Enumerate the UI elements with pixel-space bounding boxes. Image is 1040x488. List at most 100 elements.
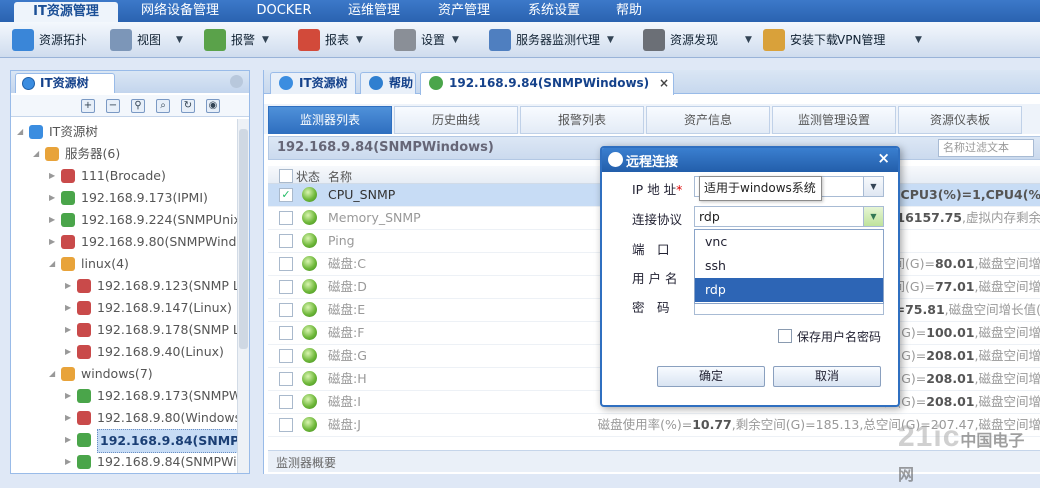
chevron-down-icon[interactable]: ▼ [745,28,752,52]
collapse-arrow-icon[interactable]: ▶ [65,429,75,451]
collapse-arrow-icon[interactable]: ▶ [65,341,75,363]
protocol-option[interactable]: rdp [695,278,883,302]
collapse-arrow-icon[interactable]: ▶ [65,451,75,473]
remote-connect-icon [608,152,623,167]
save-credentials-checkbox[interactable] [778,329,792,343]
tree-panel-tab[interactable]: IT资源树 [15,73,115,93]
nav-item[interactable]: 资产管理 [431,0,497,22]
chevron-down-icon[interactable]: ▼ [863,207,883,226]
protocol-option[interactable]: ssh [695,254,883,278]
collapse-arrow-icon[interactable]: ▶ [65,297,75,319]
chevron-down-icon[interactable]: ▼ [607,28,614,52]
collapse-arrow-icon[interactable]: ▶ [49,209,59,231]
chevron-down-icon[interactable]: ▼ [262,28,269,52]
close-icon[interactable]: × [659,73,669,93]
monitor-subtab[interactable]: 监测器列表 [268,106,392,134]
tree-node-label: linux(4) [81,256,129,271]
row-checkbox[interactable] [279,257,293,271]
top-nav-bar: IT资源管理 网络设备管理 DOCKER 运维管理 资产管理 系统设置 帮助 [0,0,1040,22]
expand-arrow-icon[interactable]: ◢ [49,253,59,275]
tree-scrollbar-thumb[interactable] [239,129,248,349]
chevron-down-icon[interactable]: ▼ [356,28,363,52]
expand-arrow-icon[interactable]: ◢ [49,363,59,385]
dialog-header[interactable]: 远程连接 × [602,148,898,172]
tree-node-label: 192.168.9.84(SNMPWi [97,429,237,453]
collapse-arrow-icon[interactable]: ▶ [65,275,75,297]
search-icon[interactable]: ⌕ [156,99,170,113]
status-ok-icon [302,233,317,248]
monitor-name: 磁盘:F [328,325,365,340]
row-checkbox[interactable] [279,372,293,386]
toolbar-item-label: 报警 [231,33,256,47]
collapse-arrow-icon[interactable]: ▶ [49,231,59,253]
collapse-arrow-icon[interactable]: ▶ [49,165,59,187]
protocol-select[interactable]: rdp ▼ [694,206,884,227]
row-checkbox[interactable] [279,349,293,363]
refresh-icon[interactable]: ↻ [181,99,195,113]
tree-node-label: windows(7) [81,366,153,381]
column-name[interactable]: 名称 [328,168,352,185]
tree-panel-header: IT资源树 [11,71,249,93]
expand-arrow-icon[interactable]: ◢ [33,143,43,165]
tree-tab-icon [279,76,293,90]
column-status[interactable]: 状态 [296,168,320,185]
panel-tab[interactable]: IT资源树 [270,72,356,94]
row-checkbox[interactable] [279,395,293,409]
row-checkbox[interactable] [279,418,293,432]
row-checkbox[interactable] [279,326,293,340]
nav-item[interactable]: IT资源管理 [14,2,118,22]
server-icon [77,279,91,293]
locate-icon[interactable]: ⚲ [131,99,145,113]
expand-all-icon[interactable]: + [81,99,95,113]
panel-tab[interactable]: 192.168.9.84(SNMPWindows) × [420,72,674,95]
collapse-arrow-icon[interactable]: ▶ [65,319,75,341]
select-all-checkbox[interactable] [279,169,293,183]
monitor-subtab[interactable]: 报警列表 [520,106,644,134]
value-suffix: ,磁盘空间增 [974,371,1040,386]
close-icon[interactable]: × [877,149,890,167]
chevron-down-icon[interactable]: ▼ [452,28,459,52]
row-checkbox[interactable] [279,303,293,317]
tree-scrollbar[interactable] [237,119,249,473]
nav-item[interactable]: 运维管理 [341,0,407,22]
value-number: 208.01 [926,348,975,363]
resource-tree-panel: IT资源树 + − ⚲ ⌕ ↻ ◉ ◢ IT资源树 ◢ 服务器(6) ▶ 111(Broc… [10,70,250,474]
toolbar-item-label: 报表 [325,33,350,47]
row-checkbox[interactable] [279,280,293,294]
name-filter-input[interactable]: 名称过滤文本 [938,139,1034,157]
protocol-value: rdp [699,209,720,224]
monitor-subtab[interactable]: 资源仪表板 [898,106,1022,134]
ok-button[interactable]: 确定 [657,366,765,387]
collapse-arrow-icon[interactable]: ▶ [49,187,59,209]
nav-item[interactable]: DOCKER [252,0,316,22]
tree-node-label: 192.168.9.80(Windows [97,410,237,425]
nav-item[interactable]: 帮助 [609,0,649,22]
panel-settings-icon[interactable] [230,75,243,88]
monitor-summary-label: 监测器概要 [276,456,337,470]
collapse-arrow-icon[interactable]: ▶ [65,385,75,407]
monitor-value: 间(G)=208.01,磁盘空间增 [884,391,1040,413]
monitor-subtab[interactable]: 监测管理设置 [772,106,896,134]
status-ok-icon [302,187,317,202]
row-checkbox[interactable]: ✓ [279,188,293,202]
nav-item[interactable]: 网络设备管理 [136,0,224,22]
monitor-subtab[interactable]: 历史曲线 [394,106,518,134]
monitor-subtab[interactable]: 资产信息 [646,106,770,134]
collapse-all-icon[interactable]: − [106,99,120,113]
chevron-down-icon[interactable]: ▼ [863,177,883,196]
monitor-name: 磁盘:C [328,256,366,271]
tree-toolbar: + − ⚲ ⌕ ↻ ◉ [11,95,249,117]
folder-icon [61,367,75,381]
collapse-arrow-icon[interactable]: ▶ [65,407,75,429]
row-checkbox[interactable] [279,211,293,225]
nav-item[interactable]: 系统设置 [521,0,587,22]
chevron-down-icon[interactable]: ▼ [176,28,183,52]
server-icon [61,235,75,249]
cancel-button[interactable]: 取消 [773,366,881,387]
expand-arrow-icon[interactable]: ◢ [17,121,27,143]
protocol-option[interactable]: vnc [695,230,883,254]
panel-tab[interactable]: 帮助 [360,72,416,94]
row-checkbox[interactable] [279,234,293,248]
eye-icon[interactable]: ◉ [206,99,220,113]
chevron-down-icon[interactable]: ▼ [915,28,922,52]
